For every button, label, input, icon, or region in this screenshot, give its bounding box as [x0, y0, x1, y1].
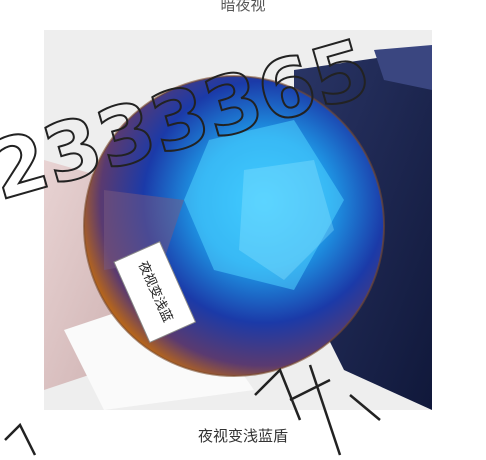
lens-photo-illustration: 夜视变浅蓝 — [44, 30, 432, 410]
top-caption: 暗夜视 — [220, 0, 266, 14]
bottom-caption: 夜视变浅蓝盾 — [197, 427, 288, 445]
product-photo: 夜视变浅蓝 — [44, 30, 432, 410]
